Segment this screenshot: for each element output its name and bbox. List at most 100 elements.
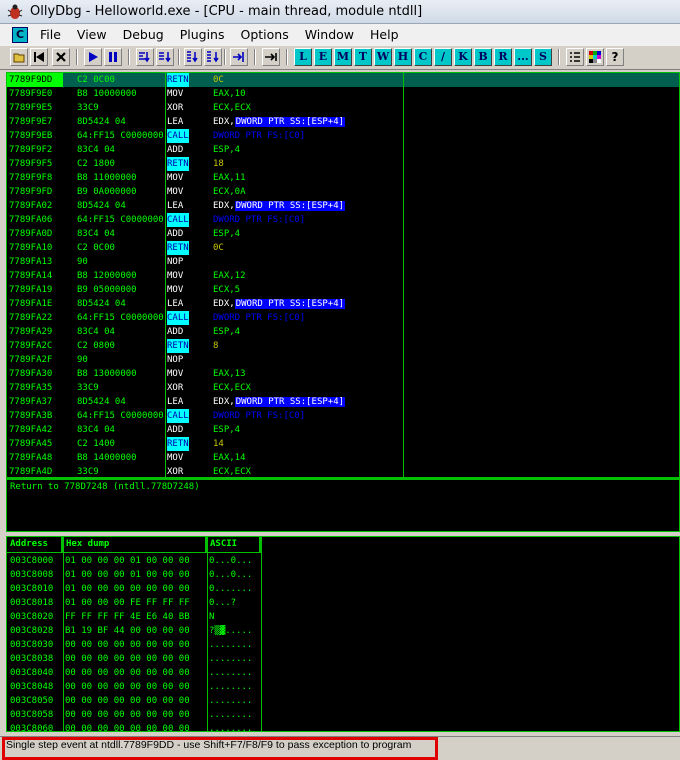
disasm-row[interactable]: 7789F9F2 83C4 04 ADD ESP,4 — [7, 143, 679, 157]
disasm-address: 7789FA06 — [9, 215, 53, 225]
disasm-hex: 33C9 — [77, 467, 99, 477]
memory-map-button[interactable]: M — [334, 48, 352, 66]
disassembly-pane[interactable]: 7789F9DD C2 0C00 RETN 0C 7789F9E0 B8 10000000… — [6, 72, 680, 478]
disasm-row[interactable]: 7789F9E0 B8 10000000 MOV EAX,10 — [7, 87, 679, 101]
dump-row[interactable]: 003C8018 01 00 00 00 FE FF FF FF 0...? — [7, 597, 679, 609]
disasm-row[interactable]: 7789FA1E 8D5424 04 LEA EDX,DWORD PTR SS:[ES… — [7, 297, 679, 311]
list-icon[interactable] — [566, 48, 584, 66]
disasm-row[interactable]: 7789F9F5 C2 1800 RETN 18 — [7, 157, 679, 171]
trace-into-icon[interactable] — [184, 48, 202, 66]
executable-modules-button[interactable]: E — [314, 48, 332, 66]
disasm-row[interactable]: 7789FA2C C2 0800 RETN 8 — [7, 339, 679, 353]
log-window-button[interactable]: L — [294, 48, 312, 66]
disasm-operand: 14 — [213, 439, 224, 449]
dump-pane[interactable]: Address Hex dump ASCII 003C8000 01 00 00 … — [6, 536, 680, 732]
disasm-row[interactable]: 7789FA10 C2 0C00 RETN 0C — [7, 241, 679, 255]
disasm-row[interactable]: 7789FA14 B8 12000000 MOV EAX,12 — [7, 269, 679, 283]
disasm-address: 7789F9DD — [7, 73, 63, 87]
dump-hex: 01 00 00 00 00 00 00 00 — [65, 584, 190, 594]
disasm-row[interactable]: 7789FA3B 64:FF15 C0000000 CALL DWORD PTR FS… — [7, 409, 679, 423]
execute-till-return-icon[interactable] — [230, 48, 248, 66]
disasm-hex: B8 10000000 — [77, 89, 137, 99]
close-icon[interactable] — [52, 48, 70, 66]
disasm-row[interactable]: 7789FA06 64:FF15 C0000000 CALL DWORD PTR FS… — [7, 213, 679, 227]
status-text: Single step event at ntdll.7789F9DD - us… — [6, 739, 412, 751]
disasm-row[interactable]: 7789F9FD B9 0A000000 MOV ECX,0A — [7, 185, 679, 199]
trace-over-icon[interactable] — [204, 48, 222, 66]
open-icon[interactable] — [10, 48, 28, 66]
disasm-row[interactable]: 7789FA4D 33C9 XOR ECX,ECX — [7, 465, 679, 477]
disasm-row[interactable]: 7789FA22 64:FF15 C0000000 CALL DWORD PTR FS… — [7, 311, 679, 325]
help-icon[interactable]: ? — [606, 48, 624, 66]
patches-button[interactable]: / — [434, 48, 452, 66]
step-into-icon[interactable] — [136, 48, 154, 66]
disasm-row[interactable]: 7789FA37 8D5424 04 LEA EDX,DWORD PTR SS:[ES… — [7, 395, 679, 409]
restart-icon[interactable] — [30, 48, 48, 66]
menu-help[interactable]: Help — [362, 24, 407, 46]
call-stack-button[interactable]: K — [454, 48, 472, 66]
disasm-mnemonic: LEA — [167, 397, 184, 407]
menu-options[interactable]: Options — [232, 24, 296, 46]
disasm-row[interactable]: 7789FA29 83C4 04 ADD ESP,4 — [7, 325, 679, 339]
dump-row[interactable]: 003C8050 00 00 00 00 00 00 00 00........ — [7, 695, 679, 707]
handles-button[interactable]: H — [394, 48, 412, 66]
threads-button[interactable]: T — [354, 48, 372, 66]
dump-row[interactable]: 003C8048 00 00 00 00 00 00 00 00........ — [7, 681, 679, 693]
disasm-row[interactable]: 7789FA30 B8 13000000 MOV EAX,13 — [7, 367, 679, 381]
menu-debug[interactable]: Debug — [115, 24, 172, 46]
status-bar: Single step event at ntdll.7789F9DD - us… — [0, 736, 680, 760]
disasm-row[interactable]: 7789FA0D 83C4 04 ADD ESP,4 — [7, 227, 679, 241]
dump-header-address[interactable]: Address — [7, 537, 63, 553]
disasm-mnemonic: CALL — [167, 311, 189, 325]
disasm-row[interactable]: 7789FA19 B9 05000000 MOV ECX,5 — [7, 283, 679, 297]
menu-view[interactable]: View — [69, 24, 115, 46]
disasm-row[interactable]: 7789F9F8 B8 11000000 MOV EAX,11 — [7, 171, 679, 185]
goto-icon[interactable] — [262, 48, 280, 66]
cpu-window-icon[interactable]: C — [12, 27, 28, 43]
disasm-row[interactable]: 7789F9EB 64:FF15 C0000000 CALL DWORD PTR FS… — [7, 129, 679, 143]
menu-plugins[interactable]: Plugins — [172, 24, 233, 46]
colors-icon[interactable] — [586, 48, 604, 66]
dump-row[interactable]: 003C8000 01 00 00 00 01 00 00 00 0...0... — [7, 555, 679, 567]
dump-header-ascii[interactable]: ASCII — [207, 537, 261, 553]
dump-row[interactable]: 003C8008 01 00 00 00 01 00 00 00 0...0... — [7, 569, 679, 581]
disasm-row[interactable]: 7789FA13 90 NOP — [7, 255, 679, 269]
menu-window[interactable]: Window — [297, 24, 362, 46]
step-over-icon[interactable] — [156, 48, 174, 66]
disasm-row[interactable]: 7789FA42 83C4 04 ADD ESP,4 — [7, 423, 679, 437]
disasm-address: 7789FA4D — [9, 467, 53, 477]
disasm-row[interactable]: 7789F9DD C2 0C00 RETN 0C — [7, 73, 679, 87]
dump-header-hex[interactable]: Hex dump — [63, 537, 207, 553]
disasm-row[interactable]: 7789F9E7 8D5424 04 LEA EDX,DWORD PTR SS:[ES… — [7, 115, 679, 129]
disasm-address: 7789F9E5 — [9, 103, 53, 113]
dump-row[interactable]: 003C8058 00 00 00 00 00 00 00 00........ — [7, 709, 679, 721]
references-button[interactable]: R — [494, 48, 512, 66]
source-button[interactable]: S — [534, 48, 552, 66]
dump-row[interactable]: 003C8020 FF FF FF FF 4E E6 40 BB N — [7, 611, 679, 623]
disasm-operand: ESP,4 — [213, 229, 241, 239]
pause-icon[interactable] — [104, 48, 122, 66]
dump-row[interactable]: 003C8010 01 00 00 00 00 00 00 00 0....... — [7, 583, 679, 595]
dump-row[interactable]: 003C8030 00 00 00 00 00 00 00 00........ — [7, 639, 679, 651]
dump-row[interactable]: 003C8038 00 00 00 00 00 00 00 00........ — [7, 653, 679, 665]
disasm-row[interactable]: 7789F9E5 33C9 XOR ECX,ECX — [7, 101, 679, 115]
disasm-hex: C2 1400 — [77, 439, 115, 449]
disasm-row[interactable]: 7789FA2F 90 NOP — [7, 353, 679, 367]
disasm-operand: 0C — [213, 75, 224, 85]
breakpoints-button[interactable]: B — [474, 48, 492, 66]
dump-row[interactable]: 003C8028 B1 19 BF 44 00 00 00 00 ?▒▓..... — [7, 625, 679, 637]
cpu-button[interactable]: C — [414, 48, 432, 66]
menu-file[interactable]: File — [32, 24, 69, 46]
run-trace-button[interactable]: ... — [514, 48, 532, 66]
dump-row[interactable]: 003C8040 00 00 00 00 00 00 00 00........ — [7, 667, 679, 679]
disasm-row[interactable]: 7789FA35 33C9 XOR ECX,ECX — [7, 381, 679, 395]
dump-row[interactable]: 003C8060 00 00 00 00 00 00 00 00........ — [7, 723, 679, 731]
disasm-row[interactable]: 7789FA02 8D5424 04 LEA EDX,DWORD PTR SS:[ES… — [7, 199, 679, 213]
disasm-address: 7789F9F8 — [9, 173, 53, 183]
disasm-row[interactable]: 7789FA48 B8 14000000 MOV EAX,14 — [7, 451, 679, 465]
windows-button[interactable]: W — [374, 48, 392, 66]
run-icon[interactable] — [84, 48, 102, 66]
disasm-hex: 8D5424 04 — [77, 397, 126, 407]
disasm-mnemonic: RETN — [167, 339, 189, 353]
disasm-row[interactable]: 7789FA45 C2 1400 RETN 14 — [7, 437, 679, 451]
